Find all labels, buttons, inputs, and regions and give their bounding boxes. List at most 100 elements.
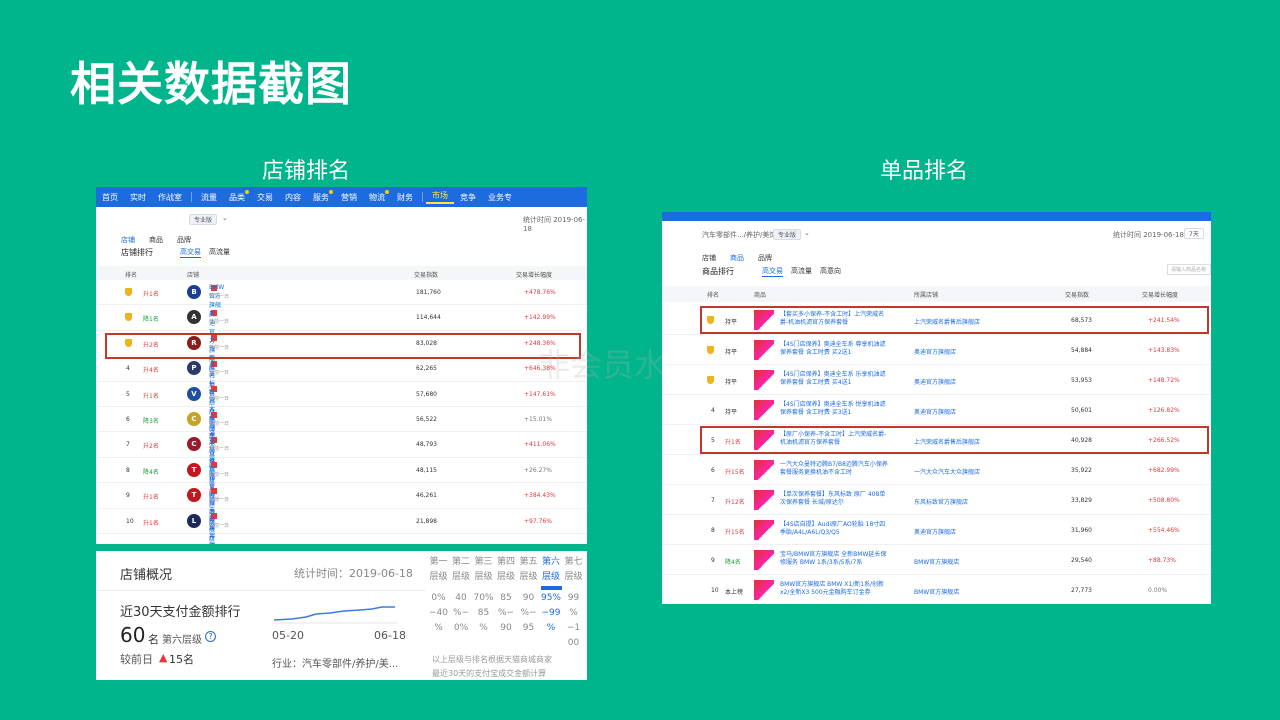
- table-row[interactable]: 4升4名P东风标致官方旗舰店较前一日62,265+646.38%: [96, 356, 587, 441]
- shop-name[interactable]: 一汽丰田官方旗舰店: [209, 462, 217, 543]
- col-growth[interactable]: 交易增长幅度: [1142, 290, 1178, 299]
- shop-name[interactable]: BMW官方旗舰店: [914, 587, 959, 596]
- col-index[interactable]: 交易指数: [1065, 290, 1089, 299]
- table-row[interactable]: 5 升1名 V 一汽大众汽车大众旗舰店较前一日 57,680 +147.61%: [96, 382, 587, 485]
- table-row[interactable]: 持平 【4S门店保养】奥迪全车系 尊享机油滤保养套餐 含工时费 买2送1 奥迪官方旗…: [662, 335, 1211, 365]
- nav-item[interactable]: 实时: [124, 192, 152, 203]
- product-thumbnail[interactable]: [754, 400, 774, 420]
- product-name[interactable]: 一汽大众曼特迈腾B7/B8迈腾汽车小保养套餐服务更换机油不含工时: [780, 461, 890, 477]
- tier-highlight-bar: [540, 586, 562, 590]
- nav-item[interactable]: 业务专: [482, 192, 518, 203]
- shop-name[interactable]: 奥迪官方旗舰店: [914, 407, 956, 416]
- tab-product[interactable]: 商品: [149, 235, 163, 245]
- tier-cell: 85: [500, 593, 512, 603]
- tab-brand[interactable]: 品牌: [177, 235, 191, 245]
- col-growth[interactable]: 交易增长幅度: [516, 270, 552, 279]
- shop-name[interactable]: 奥迪官方旗舰店: [914, 377, 956, 386]
- nav-item[interactable]: 市场: [426, 190, 454, 204]
- overview-stat-time: 统计时间：2019-06-18: [294, 567, 413, 580]
- shop-name[interactable]: 东风标致官方旗舰店: [209, 360, 217, 441]
- product-thumbnail[interactable]: [754, 460, 774, 480]
- table-row[interactable]: 7 升12名 【单次保养套餐】东风标致 原厂 408单次保养套餐 长城/原达尔 东风标…: [662, 485, 1211, 515]
- table-row[interactable]: 4 持平 【4S门店保养】奥迪全车系 悦享机油滤保养套餐 含工时费 买3送1 奥迪官方…: [662, 395, 1211, 425]
- nav-item[interactable]: 内容: [279, 192, 307, 203]
- nav-item[interactable]: 营销: [335, 192, 363, 203]
- breadcrumb[interactable]: 汽车零部件.../养护/美饰: [702, 230, 776, 240]
- chevron-down-icon[interactable]: ⌄: [222, 214, 228, 222]
- tab-product[interactable]: 商品: [730, 253, 744, 263]
- tab-high-trade[interactable]: 高交易: [180, 247, 201, 258]
- date-range-select[interactable]: 7天: [1184, 228, 1204, 239]
- table-row[interactable]: 8 降4名 T 一汽丰田官方旗舰店较前一日 48,115 +26.27%: [96, 458, 587, 543]
- product-name[interactable]: 【4S门店保养】奥迪全车系 乐享机油滤保养套餐 含工时费 买4送1: [780, 371, 890, 387]
- search-input[interactable]: 请输入商品名称: [1167, 264, 1211, 275]
- table-row[interactable]: 8 升15名 【4S店自提】Audi原厂AO轮胎 18寸四季胎/A4L/A6L/Q3…: [662, 515, 1211, 545]
- product-thumbnail[interactable]: [754, 340, 774, 360]
- table-row[interactable]: 7 升2名 C 东风雪铁龙官方旗舰店较前一日 48,793 +411.06%: [96, 432, 587, 526]
- table-row[interactable]: 降1名 A 奥迪官方旗舰店较前一日 114,644 +142.99%: [96, 305, 587, 372]
- shop-name[interactable]: 广汽丰田官方旗舰店: [209, 487, 217, 544]
- help-icon[interactable]: ?: [205, 631, 216, 642]
- shop-name[interactable]: 东风雪铁龙官方旗舰店: [209, 436, 217, 526]
- product-thumbnail[interactable]: [754, 490, 774, 510]
- product-name[interactable]: 宝马/BMW官方旗舰店 全新BMW延长保修服务 BMW 1系/3系/5系/7系: [780, 551, 890, 567]
- shop-name[interactable]: BMW官方旗舰店: [914, 557, 959, 566]
- table-row[interactable]: 6 升15名 一汽大众曼特迈腾B7/B8迈腾汽车小保养套餐服务更换机油不含工时 一汽大…: [662, 455, 1211, 485]
- table-row[interactable]: 9 升1名 T 广汽丰田官方旗舰店较前一日 46,261 +384.43%: [96, 483, 587, 544]
- nav-item[interactable]: 品类: [223, 189, 251, 203]
- shop-name[interactable]: 一汽大众汽车大众旗舰店: [914, 467, 980, 476]
- rank-number: 9: [126, 492, 130, 500]
- tab-high-traffic[interactable]: 高流量: [791, 266, 812, 277]
- tab-high-trade[interactable]: 高交易: [762, 266, 783, 277]
- shop-name[interactable]: 奥迪官方旗舰店: [914, 527, 956, 536]
- table-row[interactable]: 6 降3名 C 上汽通用雪佛兰官方旗...较前一日 56,522 +15.01%: [96, 407, 587, 501]
- product-name[interactable]: 【单次保养套餐】东风标致 原厂 408单次保养套餐 长城/原达尔: [780, 491, 890, 507]
- nav-item[interactable]: 服务: [307, 189, 335, 203]
- table-row[interactable]: 持平 【4S门店保养】奥迪全车系 乐享机油滤保养套餐 含工时费 买4送1 奥迪官方旗…: [662, 365, 1211, 395]
- nav-item[interactable]: 物流: [363, 189, 391, 203]
- table-row[interactable]: 升1名 B BMW官方旗舰店较前一日 181,760 +478.76%: [96, 280, 587, 318]
- product-name[interactable]: 【4S门店保养】奥迪全车系 悦享机油滤保养套餐 含工时费 买3送1: [780, 401, 890, 417]
- product-thumbnail[interactable]: [754, 370, 774, 390]
- table-row[interactable]: 10 升1名 L 乐车邦旗舰店较前一日 21,898 +97.76%: [96, 509, 587, 544]
- col-index[interactable]: 交易指数: [414, 270, 438, 279]
- tab-high-intent[interactable]: 高意向: [820, 266, 841, 277]
- tier-cell: 85: [477, 608, 490, 618]
- tab-shop[interactable]: 店铺: [702, 253, 716, 263]
- nav-item[interactable]: 流量: [195, 192, 223, 203]
- product-thumbnail[interactable]: [754, 580, 774, 600]
- shop-subtext: 较前一日: [209, 395, 230, 402]
- trade-index: 54,884: [1071, 347, 1092, 354]
- shop-subtext: 较前一日: [209, 370, 230, 377]
- shop-name[interactable]: BMW官方旗舰店: [209, 284, 224, 318]
- shop-name[interactable]: 东风标致官方旗舰店: [914, 497, 968, 506]
- product-thumbnail[interactable]: [754, 520, 774, 540]
- product-name[interactable]: 【4S门店保养】奥迪全车系 尊享机油滤保养套餐 含工时费 买2送1: [780, 341, 890, 357]
- product-thumbnail[interactable]: [754, 550, 774, 570]
- chevron-down-icon[interactable]: ⌄: [804, 229, 810, 237]
- shop-name[interactable]: 奥迪官方旗舰店: [209, 309, 217, 372]
- edition-chip[interactable]: 专业版: [189, 214, 218, 225]
- nav-item[interactable]: 竞争: [454, 192, 482, 203]
- tab-shop[interactable]: 店铺: [121, 235, 135, 245]
- new-dot-icon: [385, 189, 389, 194]
- shop-name[interactable]: 乐车邦旗舰店: [209, 513, 217, 544]
- shop-ranking-screenshot: 首页 实时 作战室 流量 品类 交易 内容 服务 营销 物流 财务 市场 竞争 业务专 专业版 ⌄ 统计时…: [96, 187, 587, 544]
- nav-item[interactable]: 首页: [96, 192, 124, 203]
- table-row[interactable]: 9 降4名 宝马/BMW官方旗舰店 全新BMW延长保修服务 BMW 1系/3系/5系…: [662, 545, 1211, 575]
- product-name[interactable]: 【4S店自提】Audi原厂AO轮胎 18寸四季胎/A4L/A6L/Q3/Q5: [780, 521, 890, 537]
- edition-chip[interactable]: 专业版: [773, 229, 802, 240]
- tab-brand[interactable]: 品牌: [758, 253, 772, 263]
- nav-item[interactable]: 作战室: [152, 192, 188, 203]
- shop-name[interactable]: 奥迪官方旗舰店: [914, 347, 956, 356]
- tab-high-traffic[interactable]: 高流量: [209, 247, 230, 258]
- trade-index: 46,261: [416, 492, 437, 500]
- shop-name[interactable]: 一汽大众汽车大众旗舰店: [209, 386, 217, 485]
- table-row[interactable]: 10 本上榜 BMW官方旗舰店 BMW X1/新1系/创新x2/全新X3 500元金…: [662, 575, 1211, 604]
- product-name[interactable]: BMW官方旗舰店 BMW X1/新1系/创新x2/全新X3 500元金融购车订金…: [780, 581, 890, 597]
- nav-item[interactable]: 财务: [391, 192, 419, 203]
- nav-item[interactable]: 交易: [251, 192, 279, 203]
- trade-growth: +26.27%: [524, 466, 552, 474]
- tier-cell: 层级: [541, 572, 560, 582]
- shop-name[interactable]: 上汽通用雪佛兰官方旗...: [209, 411, 221, 501]
